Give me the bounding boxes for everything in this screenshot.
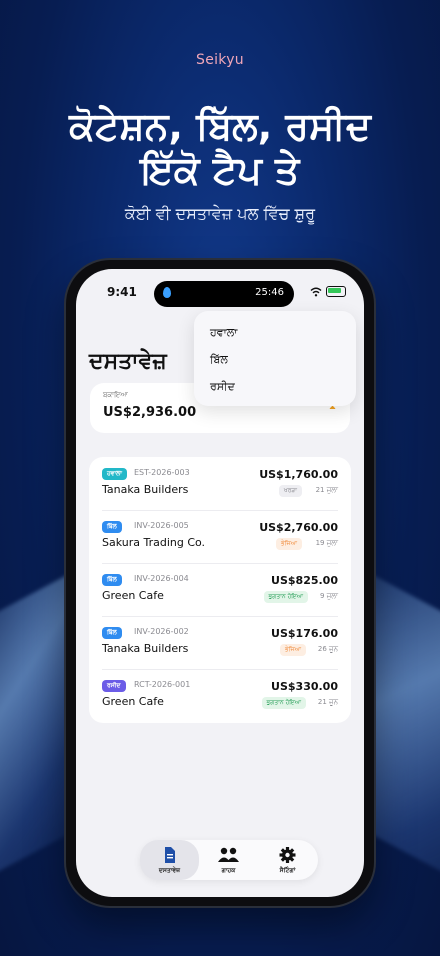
client-name: Tanaka Builders [102, 483, 189, 496]
doc-date: 19 ਜੁਲਾ [315, 539, 338, 547]
phone-frame: 9:41 25:46 ਦਸਤਾਵੇਜ਼ ਬਕਾਇਆ US$2,936.00 ⧗ … [66, 260, 374, 906]
dynamic-island: 25:46 [154, 281, 294, 307]
tab-bar: ਦਸਤਾਵੇਜ਼ ਗਾਹਕ ਸੈਟਿੰਗਾਂ [140, 840, 318, 880]
doc-amount: US$330.00 [271, 680, 338, 693]
headline: ਕੋਟੇਸ਼ਨ, ਬਿੱਲ, ਰਸੀਦ ਇੱਕੋ ਟੈਪ ਤੇ [0, 104, 440, 192]
phone-screen: 9:41 25:46 ਦਸਤਾਵੇਜ਼ ਬਕਾਇਆ US$2,936.00 ⧗ … [76, 269, 364, 897]
divider [102, 669, 338, 670]
document-icon [165, 847, 175, 863]
tab-settings[interactable]: ਸੈਟਿੰਗਾਂ [258, 840, 317, 880]
tab-label: ਸੈਟਿੰਗਾਂ [279, 867, 296, 874]
people-icon [218, 847, 239, 862]
client-name: Green Cafe [102, 695, 164, 708]
menu-item-quote[interactable]: ਹਵਾਲਾ [210, 326, 237, 340]
doc-date: 21 ਜੁਲਾ [315, 486, 338, 494]
list-item[interactable]: ਬਿੱਲ INV-2026-002 Tanaka Builders US$176… [102, 616, 338, 669]
new-document-menu: ਹਵਾਲਾ ਬਿੱਲ ਰਸੀਦ [194, 311, 356, 406]
list-item[interactable]: ਰਸੀਦ RCT-2026-001 Green Cafe US$330.00 ਭ… [102, 669, 338, 722]
doc-id: INV-2026-005 [134, 521, 189, 530]
list-item[interactable]: ਬਿੱਲ INV-2026-004 Green Cafe US$825.00 ਭ… [102, 563, 338, 616]
balance-value: US$2,936.00 [103, 405, 197, 420]
menu-item-bill[interactable]: ਬਿੱਲ [210, 353, 228, 367]
menu-item-receipt[interactable]: ਰਸੀਦ [210, 380, 235, 394]
page-title: ਦਸਤਾਵੇਜ਼ [89, 349, 167, 374]
doc-id: RCT-2026-001 [134, 680, 191, 689]
doc-date: 26 ਜੂਨ [317, 645, 338, 653]
tab-label: ਗਾਹਕ [221, 867, 236, 874]
headline-line-2: ਇੱਕੋ ਟੈਪ ਤੇ [140, 148, 300, 192]
gear-icon [279, 847, 296, 863]
headline-line-1: ਕੋਟੇਸ਼ਨ, ਬਿੱਲ, ਰਸੀਦ [69, 104, 371, 148]
subline: ਕੋਈ ਵੀ ਦਸਤਾਵੇਜ਼ ਪਲ ਵਿੱਚ ਸ਼ੁਰੂ [124, 204, 316, 223]
client-name: Tanaka Builders [102, 642, 189, 655]
divider [102, 616, 338, 617]
status-icons [310, 286, 346, 297]
doc-amount: US$176.00 [271, 627, 338, 640]
tab-documents[interactable]: ਦਸਤਾਵੇਜ਼ [140, 840, 199, 880]
doc-amount: US$825.00 [271, 574, 338, 587]
tab-customers[interactable]: ਗਾਹਕ [199, 840, 258, 880]
drop-icon [163, 287, 171, 298]
status-bar: 9:41 25:46 [76, 281, 364, 307]
island-timer: 25:46 [255, 287, 284, 298]
doc-id: EST-2026-003 [134, 468, 190, 477]
client-name: Green Cafe [102, 589, 164, 602]
status-time: 9:41 [107, 285, 137, 299]
doc-amount: US$2,760.00 [259, 521, 338, 534]
doc-id: INV-2026-002 [134, 627, 189, 636]
doc-date: 9 ਜੁਲਾ [320, 592, 338, 600]
document-list: ਹਵਾਲਾ EST-2026-003 Tanaka Builders US$1,… [89, 457, 351, 723]
doc-type-badge: ਬਿੱਲ [102, 574, 122, 586]
status-badge: ਖਰੜਾ [278, 485, 302, 497]
doc-date: 21 ਜੂਨ [317, 698, 338, 706]
doc-type-badge: ਬਿੱਲ [102, 521, 122, 533]
list-item[interactable]: ਬਿੱਲ INV-2026-005 Sakura Trading Co. US$… [102, 510, 338, 563]
client-name: Sakura Trading Co. [102, 536, 206, 549]
doc-type-badge: ਹਵਾਲਾ [102, 468, 127, 480]
brand-name: Seikyu [196, 52, 244, 68]
doc-type-badge: ਰਸੀਦ [102, 680, 126, 692]
list-item[interactable]: ਹਵਾਲਾ EST-2026-003 Tanaka Builders US$1,… [102, 457, 338, 510]
wifi-icon [310, 287, 322, 296]
status-badge: ਭੇਜਿਆ [275, 538, 302, 550]
doc-amount: US$1,760.00 [259, 468, 338, 481]
status-badge: ਭੁਗਤਾਨ ਹੋਇਆ [261, 697, 306, 709]
doc-id: INV-2026-004 [134, 574, 189, 583]
status-badge: ਭੁਗਤਾਨ ਹੋਇਆ [263, 591, 308, 603]
doc-type-badge: ਬਿੱਲ [102, 627, 122, 639]
divider [102, 510, 338, 511]
balance-label: ਬਕਾਇਆ [103, 391, 128, 399]
status-badge: ਭੇਜਿਆ [279, 644, 306, 656]
battery-icon [326, 286, 346, 297]
tab-label: ਦਸਤਾਵੇਜ਼ [158, 867, 181, 874]
divider [102, 563, 338, 564]
